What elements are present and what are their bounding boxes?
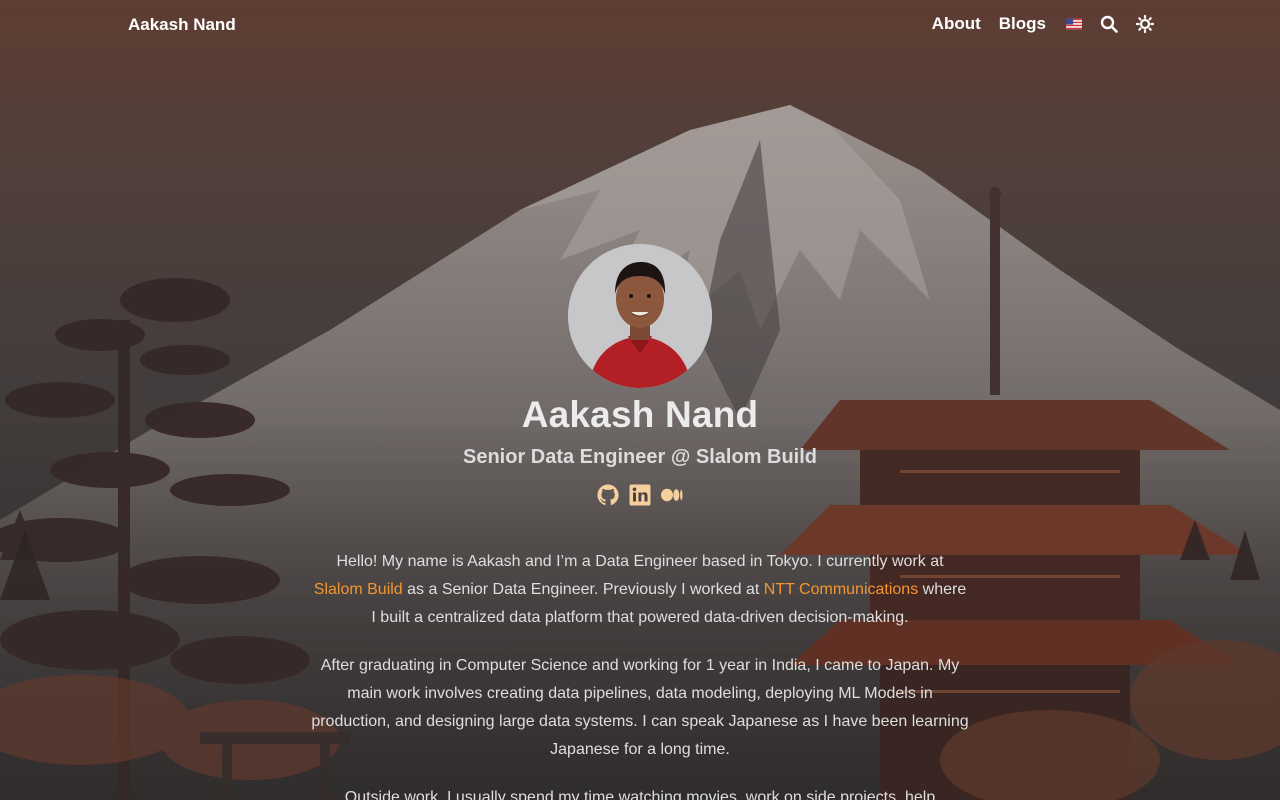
bio-paragraph-1: Hello! My name is Aakash and I’m a Data … xyxy=(310,548,970,632)
main-nav: About Blogs xyxy=(932,14,1154,34)
profile-name: Aakash Nand xyxy=(521,394,759,435)
brand-link[interactable]: Aakash Nand xyxy=(128,15,236,35)
slalom-build-link[interactable]: Slalom Build xyxy=(314,581,403,598)
profile-title: Senior Data Engineer @ Slalom Build xyxy=(462,446,817,468)
search-icon[interactable] xyxy=(1100,15,1118,33)
bio-text: Hello! My name is Aakash and I’m a Data … xyxy=(336,553,944,570)
ntt-communications-link[interactable]: NTT Communications xyxy=(764,581,918,598)
profile-section: Aakash Nand Senior Data Engineer @ Slalo… xyxy=(0,0,1280,800)
bio-text: as a Senior Data Engineer. Previously I … xyxy=(402,581,764,598)
avatar xyxy=(568,244,712,388)
bio: Hello! My name is Aakash and I’m a Data … xyxy=(310,548,970,800)
social-links xyxy=(0,483,1280,507)
theme-toggle-icon[interactable] xyxy=(1136,15,1154,33)
nav-blogs-link[interactable]: Blogs xyxy=(999,14,1046,34)
bio-paragraph-3: Outside work, I usually spend my time wa… xyxy=(344,789,936,800)
medium-icon[interactable] xyxy=(660,483,684,507)
github-icon[interactable] xyxy=(596,483,620,507)
linkedin-icon[interactable] xyxy=(628,483,652,507)
top-navbar: Aakash Nand About Blogs xyxy=(0,0,1280,52)
us-flag-icon[interactable] xyxy=(1064,15,1082,33)
bio-paragraph-2: After graduating in Computer Science and… xyxy=(311,657,969,758)
nav-about-link[interactable]: About xyxy=(932,14,981,34)
